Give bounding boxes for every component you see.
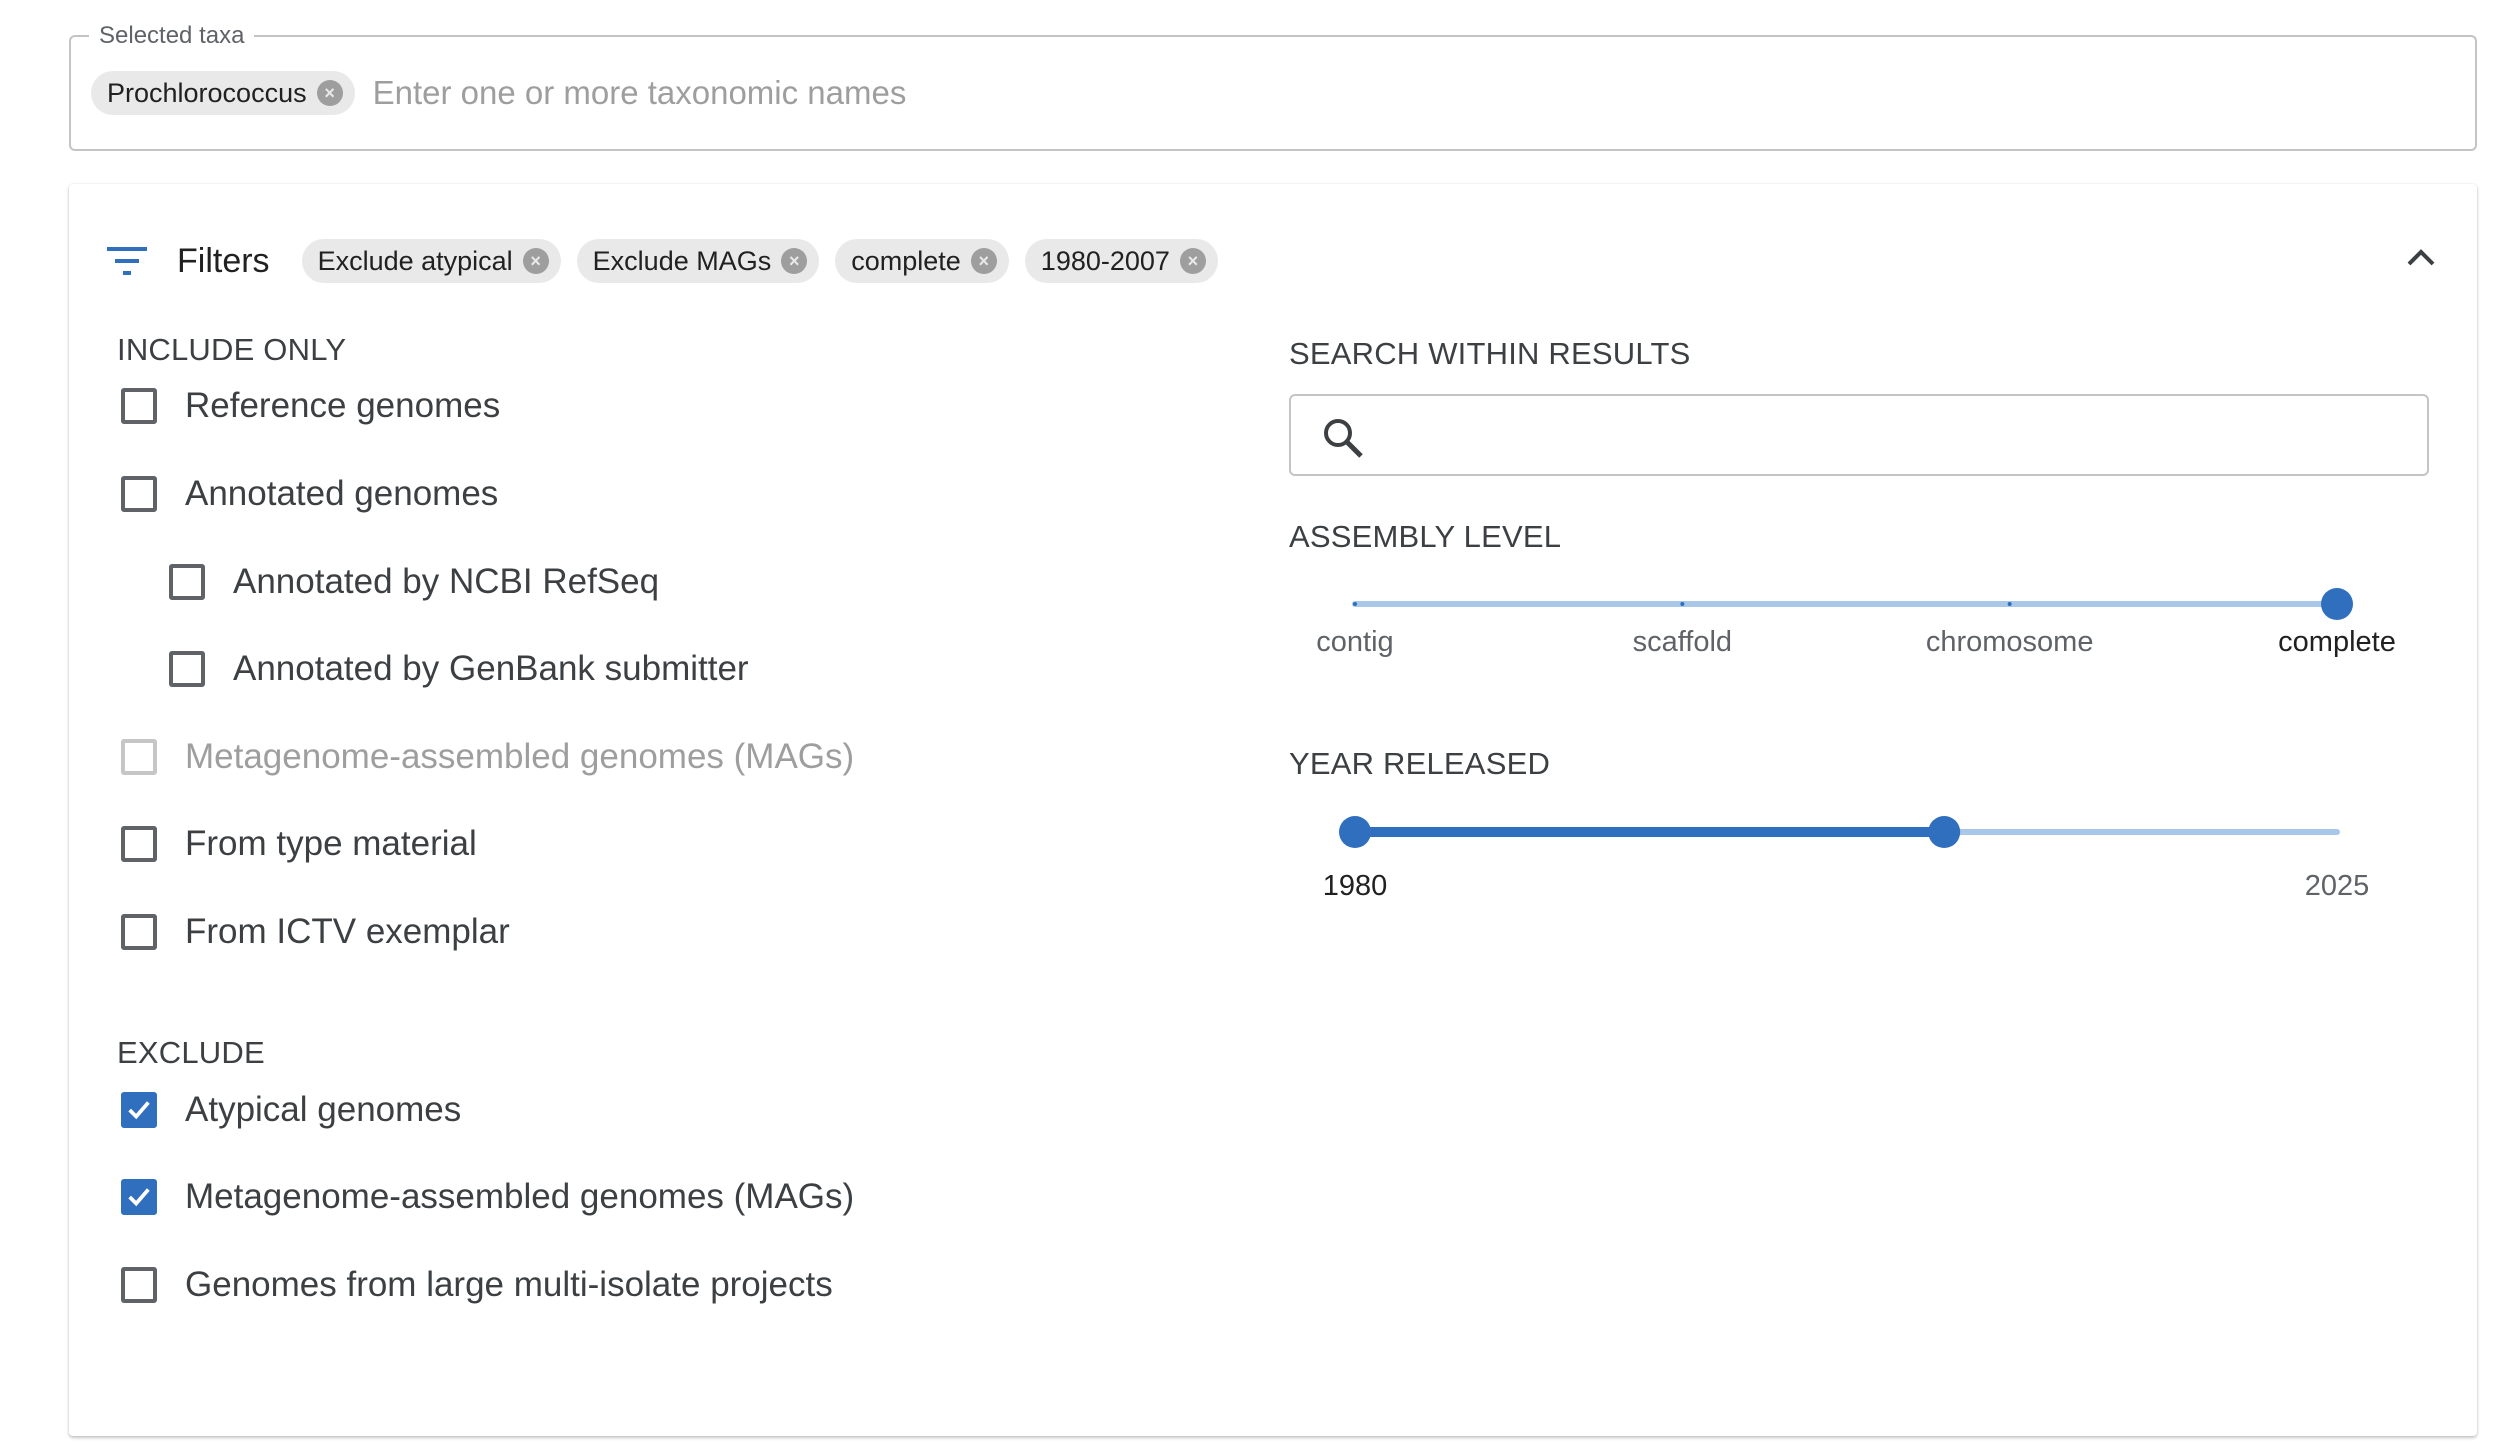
taxon-chip-prochlorococcus[interactable]: Prochlorococcus × xyxy=(91,71,355,115)
slider-tick-mark xyxy=(1680,602,1685,606)
assembly-level-slider[interactable] xyxy=(1289,584,2439,624)
checkbox-from-type-material[interactable]: From type material xyxy=(121,820,477,868)
checkbox-exclude-atypical[interactable]: Atypical genomes xyxy=(121,1086,461,1134)
taxon-chip-label: Prochlorococcus xyxy=(107,77,307,108)
year-max-label: 2025 xyxy=(2304,870,2370,902)
search-within-field[interactable] xyxy=(1289,394,2429,476)
checkbox-label: From type material xyxy=(185,824,477,863)
checkbox-annotated-genomes[interactable]: Annotated genomes xyxy=(121,470,498,518)
year-released-slider[interactable] xyxy=(1289,812,2439,852)
chip-remove-icon[interactable]: × xyxy=(970,248,997,274)
active-filter-chip-label: 1980-2007 xyxy=(1040,245,1170,276)
checkbox-box[interactable] xyxy=(121,476,157,512)
active-filter-chip[interactable]: 1980-2007 × xyxy=(1024,239,1218,283)
active-filter-chip[interactable]: Exclude MAGs × xyxy=(576,239,820,283)
checkbox-box xyxy=(121,739,157,775)
filters-header[interactable]: Filters Exclude atypical × Exclude MAGs … xyxy=(105,236,1218,286)
year-released-title: YEAR RELEASED xyxy=(1289,746,1551,781)
slider-thumb[interactable] xyxy=(2321,588,2353,620)
checkbox-include-mags: Metagenome-assembled genomes (MAGs) xyxy=(121,733,854,781)
checkbox-annotated-by-refseq[interactable]: Annotated by NCBI RefSeq xyxy=(169,558,659,606)
assembly-level-mark-label: complete xyxy=(2278,626,2396,658)
checkbox-box[interactable] xyxy=(169,564,205,600)
filters-panel: Filters Exclude atypical × Exclude MAGs … xyxy=(69,184,2477,1436)
chevron-up-icon[interactable] xyxy=(2403,240,2439,276)
taxa-search-input[interactable] xyxy=(370,73,1971,113)
search-within-title: SEARCH WITHIN RESULTS xyxy=(1289,336,1691,371)
include-only-title: INCLUDE ONLY xyxy=(117,332,347,367)
exclude-title: EXCLUDE xyxy=(117,1035,265,1070)
checkbox-label: Genomes from large multi-isolate project… xyxy=(185,1265,833,1304)
slider-tick-mark xyxy=(1353,602,1357,606)
search-within-input[interactable] xyxy=(1383,408,2403,464)
search-icon xyxy=(1324,419,1363,458)
active-filter-chip-label: complete xyxy=(851,245,961,276)
checkbox-exclude-multi-isolate[interactable]: Genomes from large multi-isolate project… xyxy=(121,1261,833,1309)
checkmark-icon xyxy=(128,1101,150,1120)
checkbox-label: Annotated by NCBI RefSeq xyxy=(233,562,660,601)
chip-remove-icon[interactable]: × xyxy=(316,80,343,106)
checkbox-label: Reference genomes xyxy=(185,386,501,425)
checkmark-icon xyxy=(128,1188,150,1207)
assembly-level-mark-label: contig xyxy=(1316,626,1394,658)
checkbox-box[interactable] xyxy=(121,826,157,862)
active-filter-chip-label: Exclude atypical xyxy=(317,245,513,276)
checkbox-reference-genomes[interactable]: Reference genomes xyxy=(121,382,500,430)
assembly-level-mark-label: chromosome xyxy=(1925,626,2094,658)
checkbox-box-checked[interactable] xyxy=(121,1092,157,1128)
checkbox-label: Atypical genomes xyxy=(185,1090,462,1129)
chip-remove-icon[interactable]: × xyxy=(781,248,808,274)
checkbox-from-ictv-exemplar[interactable]: From ICTV exemplar xyxy=(121,908,510,956)
checkbox-label: Metagenome-assembled genomes (MAGs) xyxy=(185,1177,855,1216)
checkbox-label: Annotated by GenBank submitter xyxy=(233,649,749,688)
active-filter-chip[interactable]: complete × xyxy=(835,239,1009,283)
filters-title: Filters xyxy=(177,241,270,280)
assembly-level-mark-label: scaffold xyxy=(1632,626,1733,658)
chip-remove-icon[interactable]: × xyxy=(1179,248,1206,274)
checkbox-annotated-by-genbank[interactable]: Annotated by GenBank submitter xyxy=(169,645,749,693)
checkbox-exclude-mags[interactable]: Metagenome-assembled genomes (MAGs) xyxy=(121,1173,854,1221)
checkbox-label: Metagenome-assembled genomes (MAGs) xyxy=(185,737,855,776)
selected-taxa-field[interactable]: Selected taxa Prochlorococcus × xyxy=(69,20,2477,151)
active-filter-chip-label: Exclude MAGs xyxy=(592,245,772,276)
checkbox-box-checked[interactable] xyxy=(121,1179,157,1215)
slider-thumb-start[interactable] xyxy=(1339,816,1371,848)
checkbox-box[interactable] xyxy=(169,651,205,687)
checkbox-box[interactable] xyxy=(121,914,157,950)
slider-thumb-end[interactable] xyxy=(1928,816,1961,848)
year-min-label: 1980 xyxy=(1322,870,1388,902)
selected-taxa-legend: Selected taxa xyxy=(89,20,255,52)
filter-list-icon xyxy=(107,247,147,275)
checkbox-box[interactable] xyxy=(121,1267,157,1303)
assembly-level-title: ASSEMBLY LEVEL xyxy=(1289,519,1562,554)
active-filter-chip[interactable]: Exclude atypical × xyxy=(301,239,561,283)
checkbox-label: From ICTV exemplar xyxy=(185,912,510,951)
checkbox-box[interactable] xyxy=(121,388,157,424)
chip-remove-icon[interactable]: × xyxy=(522,248,549,274)
slider-tick-mark xyxy=(2007,602,2012,606)
checkbox-label: Annotated genomes xyxy=(185,474,499,513)
